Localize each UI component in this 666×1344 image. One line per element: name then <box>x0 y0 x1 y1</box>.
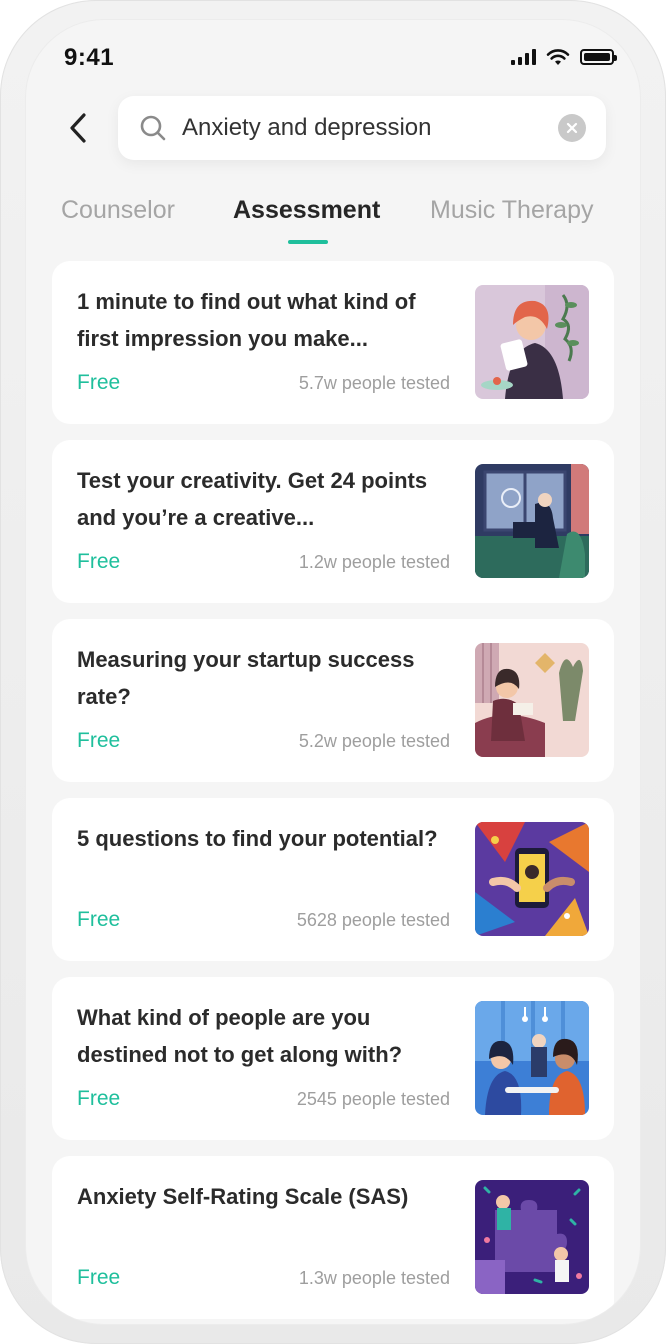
close-icon <box>566 122 578 134</box>
assessment-thumbnail <box>475 643 589 757</box>
tab-counselor[interactable]: Counselor <box>61 196 175 225</box>
assessment-price: Free <box>77 1266 121 1289</box>
assessment-card[interactable]: Anxiety Self-Rating Scale (SAS) Free 1.3… <box>52 1156 614 1319</box>
assessment-card[interactable]: What kind of people are you destined not… <box>52 977 614 1140</box>
status-icons <box>511 48 617 66</box>
assessment-thumbnail <box>475 464 589 578</box>
search-icon <box>138 113 168 143</box>
back-button[interactable] <box>60 108 96 148</box>
chevron-left-icon <box>70 113 86 143</box>
tab-music-therapy[interactable]: Music Therapy <box>430 196 594 225</box>
search-input[interactable] <box>182 114 558 142</box>
assessment-title: Test your creativity. Get 24 points and … <box>77 468 428 530</box>
assessment-thumbnail <box>475 1001 589 1115</box>
status-time: 9:41 <box>64 44 115 71</box>
assessment-tested-count: 5.2w people tested <box>298 731 450 751</box>
assessment-price: Free <box>77 729 121 752</box>
assessment-card[interactable]: Measuring your startup success rate? Fre… <box>52 619 614 782</box>
assessment-tested-count: 5.7w people tested <box>298 373 450 393</box>
assessment-title: 1 minute to find out what kind of first … <box>77 289 416 351</box>
assessment-price: Free <box>77 371 121 394</box>
assessment-price: Free <box>77 908 121 931</box>
assessment-tested-count: 2545 people tested <box>296 1089 450 1109</box>
assessment-card[interactable]: 5 questions to find your potential? Free… <box>52 798 614 961</box>
cellular-signal-icon <box>511 49 536 65</box>
assessment-price: Free <box>77 1087 121 1110</box>
assessment-thumbnail <box>475 822 589 936</box>
assessment-card[interactable]: 1 minute to find out what kind of first … <box>52 261 614 424</box>
category-tabs: Counselor Assessment Music Therapy <box>26 196 640 256</box>
assessment-title: Measuring your startup success rate? <box>77 647 415 709</box>
assessment-tested-count: 1.2w people tested <box>298 552 450 572</box>
assessment-title: Anxiety Self-Rating Scale (SAS) <box>77 1184 409 1209</box>
assessment-tested-count: 5628 people tested <box>296 910 450 930</box>
assessment-title: What kind of people are you destined not… <box>77 1005 403 1067</box>
battery-icon <box>580 49 617 65</box>
assessment-tested-count: 1.3w people tested <box>298 1268 450 1288</box>
assessment-thumbnail <box>475 1180 589 1294</box>
phone-frame: 9:41 Anxiety and depression Counselor As… <box>0 0 666 1344</box>
assessment-price: Free <box>77 550 121 573</box>
app-screen: 9:41 Anxiety and depression Counselor As… <box>26 20 640 1324</box>
search-bar <box>118 96 606 160</box>
active-tab-indicator <box>288 240 328 244</box>
assessment-thumbnail <box>475 285 589 399</box>
assessment-list: 1 minute to find out what kind of first … <box>52 261 614 1324</box>
assessment-title: 5 questions to find your potential? <box>77 826 438 851</box>
tab-assessment[interactable]: Assessment <box>233 196 380 225</box>
clear-search-button[interactable] <box>558 114 586 142</box>
wifi-icon <box>546 49 570 65</box>
assessment-card[interactable]: Test your creativity. Get 24 points and … <box>52 440 614 603</box>
